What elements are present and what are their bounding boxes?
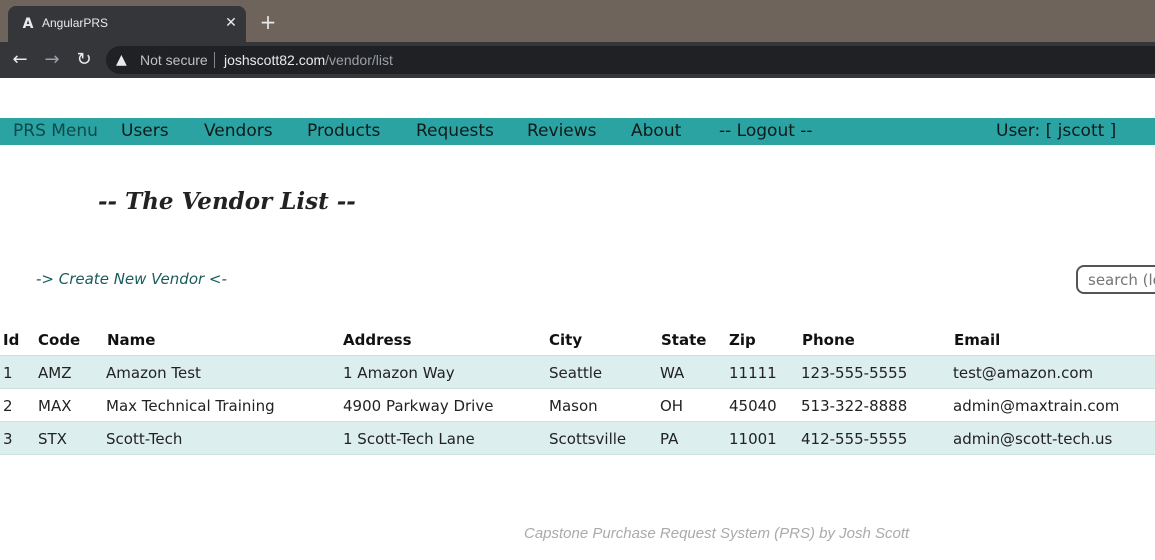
cell-code: MAX: [38, 397, 72, 415]
cell-address: 1 Amazon Way: [343, 364, 455, 382]
cell-address: 4900 Parkway Drive: [343, 397, 494, 415]
column-header-city[interactable]: City: [549, 331, 582, 349]
menu-item-products[interactable]: Products: [307, 121, 380, 141]
menu-item-vendors[interactable]: Vendors: [204, 121, 273, 141]
url-path: /vendor/list: [325, 52, 393, 68]
cell-state: PA: [660, 430, 679, 448]
search-input[interactable]: [1076, 265, 1155, 294]
table-row[interactable]: 1 AMZ Amazon Test 1 Amazon Way Seattle W…: [0, 356, 1155, 389]
menu-item-about[interactable]: About: [631, 121, 681, 141]
table-header-row: Id Code Name Address City State Zip Phon…: [0, 323, 1155, 356]
cell-code: AMZ: [38, 364, 72, 382]
cell-phone: 123-555-5555: [801, 364, 908, 382]
vendor-table: Id Code Name Address City State Zip Phon…: [0, 323, 1155, 455]
menu-item-logout[interactable]: -- Logout --: [719, 121, 813, 141]
plus-icon[interactable]: +: [258, 12, 278, 32]
cell-id: 2: [3, 397, 13, 415]
forward-arrow-icon[interactable]: →: [40, 48, 64, 72]
column-header-address[interactable]: Address: [343, 331, 412, 349]
menu-item-requests[interactable]: Requests: [416, 121, 494, 141]
column-header-email[interactable]: Email: [954, 331, 1000, 349]
angular-favicon-icon: A: [22, 16, 34, 32]
address-divider: [214, 52, 215, 68]
url-text[interactable]: joshscott82.com/vendor/list: [224, 52, 393, 68]
column-header-state[interactable]: State: [661, 331, 706, 349]
cell-name: Scott-Tech: [106, 430, 183, 448]
column-header-zip[interactable]: Zip: [729, 331, 756, 349]
table-row[interactable]: 2 MAX Max Technical Training 4900 Parkwa…: [0, 389, 1155, 422]
cell-code: STX: [38, 430, 67, 448]
menu-item-reviews[interactable]: Reviews: [527, 121, 597, 141]
browser-tab[interactable]: A AngularPRS ✕: [8, 6, 246, 42]
cell-phone: 412-555-5555: [801, 430, 908, 448]
app-menu-bar: PRS Menu Users Vendors Products Requests…: [0, 118, 1155, 145]
cell-zip: 11111: [729, 364, 777, 382]
column-header-code[interactable]: Code: [38, 331, 80, 349]
tab-title: AngularPRS: [42, 16, 109, 30]
address-bar[interactable]: ▲ Not secure joshscott82.com/vendor/list: [106, 46, 1155, 74]
warning-icon[interactable]: ▲: [116, 51, 127, 69]
menu-item-users[interactable]: Users: [121, 121, 169, 141]
cell-state: WA: [660, 364, 685, 382]
cell-city: Seattle: [549, 364, 603, 382]
cell-name: Amazon Test: [106, 364, 201, 382]
page-title: -- The Vendor List --: [98, 188, 356, 215]
cell-email: test@amazon.com: [953, 364, 1094, 382]
cell-city: Mason: [549, 397, 598, 415]
cell-name: Max Technical Training: [106, 397, 275, 415]
cell-state: OH: [660, 397, 684, 415]
cell-id: 3: [3, 430, 13, 448]
page-footer: Capstone Purchase Request System (PRS) b…: [524, 525, 910, 542]
current-user-label: User: [ jscott ]: [996, 121, 1117, 141]
not-secure-label[interactable]: Not secure: [140, 52, 208, 68]
column-header-phone[interactable]: Phone: [802, 331, 855, 349]
browser-toolbar: ← → ↻ ▲ Not secure joshscott82.com/vendo…: [0, 42, 1155, 78]
cell-zip: 45040: [729, 397, 777, 415]
close-icon[interactable]: ✕: [222, 14, 240, 32]
browser-tab-strip: A AngularPRS ✕ +: [0, 0, 1155, 42]
cell-city: Scottsville: [549, 430, 627, 448]
menu-brand: PRS Menu: [13, 121, 98, 141]
cell-email: admin@maxtrain.com: [953, 397, 1120, 415]
create-vendor-link[interactable]: -> Create New Vendor <-: [36, 270, 227, 288]
cell-zip: 11001: [729, 430, 777, 448]
cell-phone: 513-322-8888: [801, 397, 908, 415]
cell-id: 1: [3, 364, 13, 382]
column-header-id[interactable]: Id: [3, 331, 19, 349]
cell-address: 1 Scott-Tech Lane: [343, 430, 475, 448]
column-header-name[interactable]: Name: [107, 331, 155, 349]
url-host: joshscott82.com: [224, 52, 326, 68]
reload-icon[interactable]: ↻: [72, 48, 96, 72]
cell-email: admin@scott-tech.us: [953, 430, 1113, 448]
table-row[interactable]: 3 STX Scott-Tech 1 Scott-Tech Lane Scott…: [0, 422, 1155, 455]
back-arrow-icon[interactable]: ←: [8, 48, 32, 72]
